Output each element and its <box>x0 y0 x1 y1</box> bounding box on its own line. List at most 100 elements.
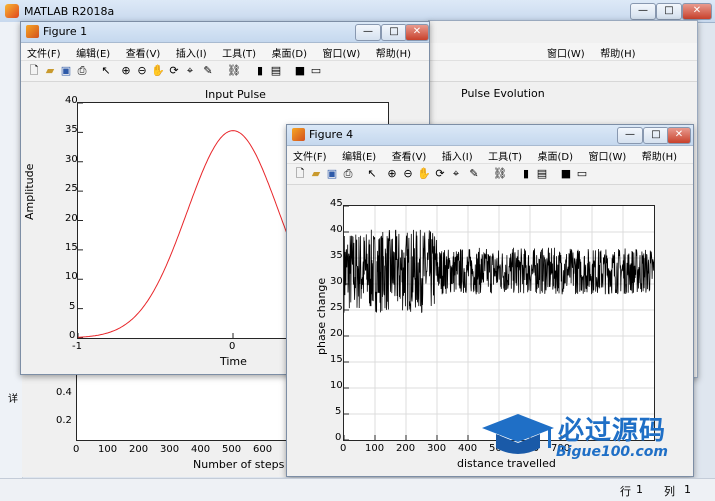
data-cursor-icon[interactable]: ⌖ <box>183 64 197 78</box>
figure1-minimize-button[interactable]: — <box>355 24 381 41</box>
figure1-ytick-label: 20 <box>65 212 78 224</box>
main-minimize-button[interactable]: — <box>630 3 656 20</box>
figure4-xtick-label: 200 <box>396 443 416 454</box>
print-icon[interactable]: ⎙ <box>341 167 355 181</box>
figure4-minimize-button[interactable]: — <box>617 127 643 144</box>
colorbar-icon[interactable]: ▮ <box>519 167 533 181</box>
status-col-value: 1 <box>684 483 691 496</box>
menu-item-window[interactable]: 窗口(W) <box>583 146 633 163</box>
menu-item-tools[interactable]: 工具(T) <box>216 43 262 60</box>
menu-item-desktop[interactable]: 桌面(D) <box>532 146 580 163</box>
side-label: 详 <box>8 394 18 405</box>
graduation-cap-icon <box>482 414 554 454</box>
legend-icon[interactable]: ▤ <box>535 167 549 181</box>
menu-item-insert[interactable]: 插入(I) <box>436 146 479 163</box>
menu-item-help[interactable]: 帮助(H) <box>370 43 417 60</box>
bg-xlabel: Number of steps <box>193 458 285 471</box>
figure1-menubar: 文件(F) 编辑(E) 查看(V) 插入(I) 工具(T) 桌面(D) 窗口(W… <box>21 43 429 61</box>
colorbar-icon[interactable]: ▮ <box>253 64 267 78</box>
new-figure-icon[interactable]: 🗋 <box>293 167 307 181</box>
menu-item-window[interactable]: 窗口(W) <box>429 43 591 60</box>
figure4-menubar: 文件(F) 编辑(E) 查看(V) 插入(I) 工具(T) 桌面(D) 窗口(W… <box>287 146 693 164</box>
figure1-chart-title: Input Pulse <box>205 88 266 101</box>
bg-ytick-0.2: 0.2 <box>56 415 72 426</box>
bg-xtick-400: 400 <box>191 444 211 455</box>
menu-item-desktop[interactable]: 桌面(D) <box>266 43 314 60</box>
figure4-ytick-label: 5 <box>335 406 342 417</box>
figure1-toolbar: 🗋 ▰ ▣ ⎙ ↖ ⊕ ⊖ ✋ ⟳ ⌖ ✎ ⛓ ▮ ▤ ■ ▭ <box>21 61 429 82</box>
bg-xtick-600: 600 <box>253 444 273 455</box>
menu-item-edit[interactable]: 编辑(E) <box>70 43 116 60</box>
bg-xtick-0: 0 <box>73 444 80 455</box>
figure1-ylabel: Amplitude <box>23 163 36 220</box>
menu-item-help[interactable]: 帮助(H) <box>594 43 641 60</box>
bg-xtick-500: 500 <box>222 444 242 455</box>
brush-icon[interactable]: ✎ <box>467 167 481 181</box>
figure1-title: Figure 1 <box>43 25 88 38</box>
figure4-ytick-label: 40 <box>330 224 343 235</box>
new-figure-icon[interactable]: 🗋 <box>27 64 41 78</box>
open-file-icon[interactable]: ▰ <box>309 167 323 181</box>
open-file-icon[interactable]: ▰ <box>43 64 57 78</box>
figure4-svg <box>344 206 654 440</box>
pointer-icon[interactable]: ↖ <box>99 64 113 78</box>
save-icon[interactable]: ▣ <box>59 64 73 78</box>
zoom-out-icon[interactable]: ⊖ <box>135 64 149 78</box>
status-col-label: 列 <box>664 485 675 498</box>
pan-icon[interactable]: ✋ <box>151 64 165 78</box>
main-maximize-button[interactable]: □ <box>656 3 682 20</box>
menu-item-file[interactable]: 文件(F) <box>21 43 67 60</box>
menu-item-view[interactable]: 查看(V) <box>120 43 167 60</box>
link-icon[interactable]: ⛓ <box>493 167 507 181</box>
hide-plot-tools-icon[interactable]: ■ <box>293 64 307 78</box>
background-plot-area <box>76 374 294 441</box>
background-menubar: 窗口(W) 帮助(H) <box>429 43 697 61</box>
figure4-ytick-label: 20 <box>330 328 343 339</box>
pan-icon[interactable]: ✋ <box>417 167 431 181</box>
zoom-in-icon[interactable]: ⊕ <box>385 167 399 181</box>
rotate-icon[interactable]: ⟳ <box>167 64 181 78</box>
figure1-xlabel: Time <box>220 355 247 368</box>
zoom-out-icon[interactable]: ⊖ <box>401 167 415 181</box>
menu-item-file[interactable]: 文件(F) <box>287 146 333 163</box>
save-icon[interactable]: ▣ <box>325 167 339 181</box>
figure1-close-button[interactable]: ✕ <box>405 24 429 41</box>
hide-plot-tools-icon[interactable]: ■ <box>559 167 573 181</box>
main-window-title: MATLAB R2018a <box>24 5 115 18</box>
menu-item-insert[interactable]: 插入(I) <box>170 43 213 60</box>
figure-icon <box>292 128 305 141</box>
show-plot-tools-icon[interactable]: ▭ <box>309 64 323 78</box>
figure1-ytick-label: 10 <box>65 271 78 283</box>
pointer-icon[interactable]: ↖ <box>365 167 379 181</box>
menu-item-view[interactable]: 查看(V) <box>386 146 433 163</box>
menu-item-tools[interactable]: 工具(T) <box>482 146 528 163</box>
figure1-ytick-label: 30 <box>65 153 78 165</box>
figure4-ytick-label: 10 <box>330 380 343 391</box>
brush-icon[interactable]: ✎ <box>201 64 215 78</box>
print-icon[interactable]: ⎙ <box>75 64 89 78</box>
bg-xtick-200: 200 <box>129 444 149 455</box>
figure4-close-button[interactable]: ✕ <box>667 127 691 144</box>
menu-item-window[interactable]: 窗口(W) <box>317 43 367 60</box>
figure4-titlebar[interactable]: Figure 4 — □ ✕ <box>287 125 693 146</box>
zoom-in-icon[interactable]: ⊕ <box>119 64 133 78</box>
link-icon[interactable]: ⛓ <box>227 64 241 78</box>
menu-item-help[interactable]: 帮助(H) <box>636 146 683 163</box>
data-cursor-icon[interactable]: ⌖ <box>449 167 463 181</box>
figure1-ytick-label: 15 <box>65 241 78 253</box>
background-toolbar <box>429 61 697 82</box>
bg-xtick-300: 300 <box>160 444 180 455</box>
figure4-maximize-button[interactable]: □ <box>643 127 669 144</box>
figure1-ytick-label: 0 <box>69 330 76 341</box>
main-close-button[interactable]: ✕ <box>682 3 712 20</box>
menu-item-edit[interactable]: 编辑(E) <box>336 146 382 163</box>
legend-icon[interactable]: ▤ <box>269 64 283 78</box>
figure1-maximize-button[interactable]: □ <box>381 24 407 41</box>
figure1-titlebar[interactable]: Figure 1 — □ ✕ <box>21 22 429 43</box>
show-plot-tools-icon[interactable]: ▭ <box>575 167 589 181</box>
figure1-xtick-label: -1 <box>72 341 82 352</box>
background-chart-title: Pulse Evolution <box>461 87 545 100</box>
rotate-icon[interactable]: ⟳ <box>433 167 447 181</box>
bg-ytick-0.4: 0.4 <box>56 387 72 398</box>
figure4-ylabel: phase change <box>315 277 328 355</box>
